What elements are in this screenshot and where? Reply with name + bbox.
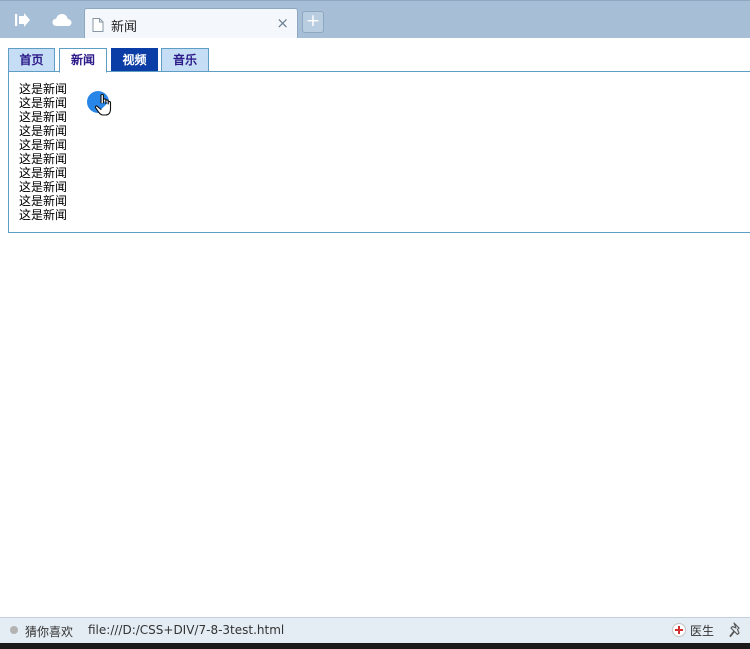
- nav-tab-news[interactable]: 新闻: [59, 48, 107, 73]
- browser-window: 新闻 × + 首页 新闻 视频 音乐 这是新闻 这是新闻 这是新闻 这是新闻 这…: [0, 0, 750, 649]
- new-tab-button[interactable]: +: [302, 11, 324, 33]
- doctor-label: 医生: [690, 624, 715, 638]
- content-line: 这是新闻: [19, 82, 68, 96]
- status-url: file:///D:/CSS+DIV/7-8-3test.html: [88, 623, 285, 637]
- guess-you-like-link[interactable]: 猜你喜欢: [25, 623, 73, 640]
- browser-tab-strip: 新闻 × +: [0, 0, 750, 39]
- content-line: 这是新闻: [19, 166, 68, 180]
- status-bar: 猜你喜欢 file:///D:/CSS+DIV/7-8-3test.html 医…: [0, 617, 750, 643]
- content-line: 这是新闻: [19, 96, 68, 110]
- browser-tab-title: 新闻: [111, 20, 138, 35]
- hand-cursor-icon: [86, 90, 120, 132]
- nav-tab-home[interactable]: 首页: [8, 48, 55, 72]
- content-line: 这是新闻: [19, 208, 68, 222]
- content-line: 这是新闻: [19, 194, 68, 208]
- content-line: 这是新闻: [19, 110, 68, 124]
- pin-icon[interactable]: [729, 622, 743, 638]
- nav-tab-music[interactable]: 音乐: [161, 48, 209, 72]
- cloud-icon[interactable]: [51, 10, 73, 30]
- nav-tab-video[interactable]: 视频: [111, 48, 158, 72]
- status-dot-icon: [10, 626, 18, 634]
- content-line: 这是新闻: [19, 152, 68, 166]
- doctor-button[interactable]: 医生: [672, 622, 714, 639]
- window-bottom-edge: [0, 643, 750, 649]
- browser-tab-active[interactable]: 新闻 ×: [84, 8, 298, 39]
- content-line: 这是新闻: [19, 138, 68, 152]
- doctor-icon: [672, 623, 686, 637]
- content-line: 这是新闻: [19, 180, 68, 194]
- page-viewport: 首页 新闻 视频 音乐 这是新闻 这是新闻 这是新闻 这是新闻 这是新闻 这是新…: [0, 38, 750, 617]
- page-icon: [92, 17, 104, 32]
- close-icon[interactable]: ×: [276, 15, 289, 32]
- sidebar-toggle-icon[interactable]: [12, 10, 32, 30]
- content-line: 这是新闻: [19, 124, 68, 138]
